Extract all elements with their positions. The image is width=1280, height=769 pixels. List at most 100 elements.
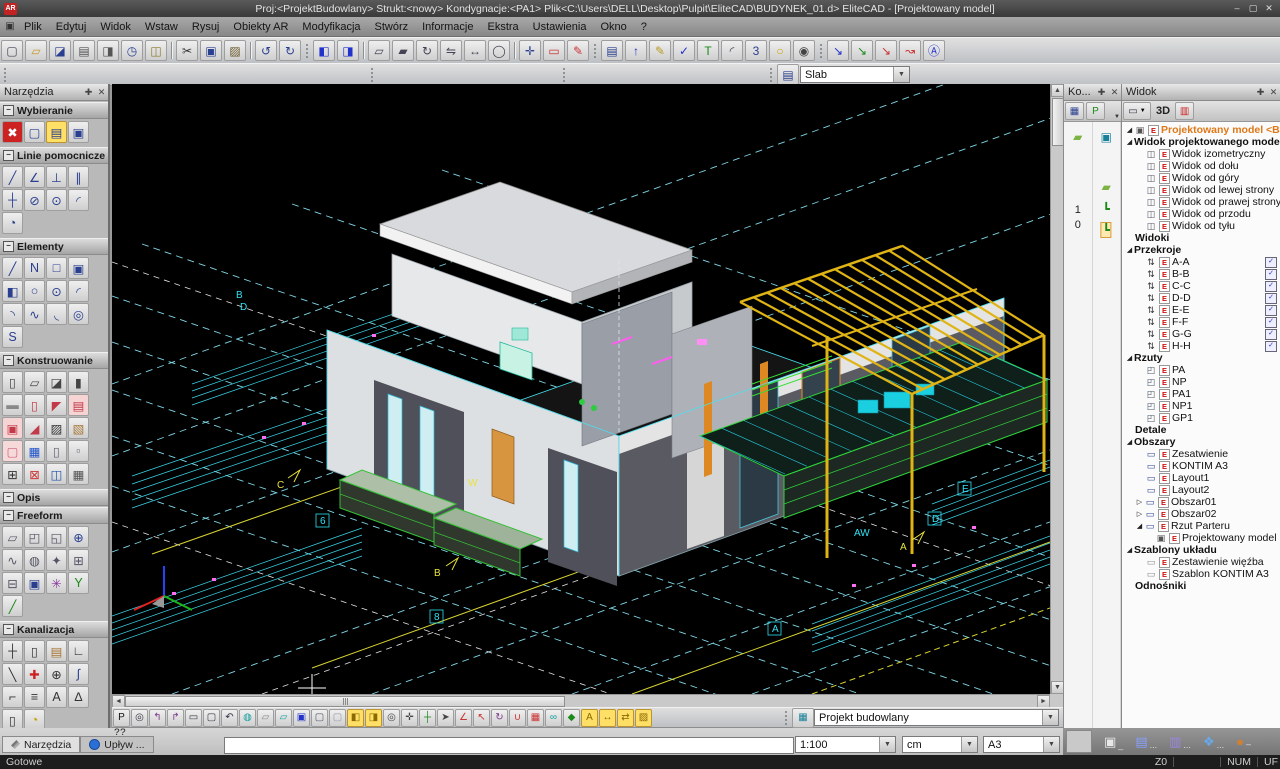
mirror-object-icon[interactable]: ⇋	[440, 40, 462, 61]
overflow-chevron-icon[interactable]: ▼	[1114, 114, 1120, 120]
freeform-blob-icon[interactable]: ◍	[24, 549, 45, 571]
tree-item[interactable]: ▭ELayout1	[1122, 472, 1280, 484]
text-tool-icon[interactable]: A	[581, 709, 598, 727]
to-3d-icon[interactable]: 3	[745, 40, 767, 61]
storey-param-icon[interactable]: P	[1086, 102, 1105, 120]
section-visible-icon[interactable]: ✓	[1265, 257, 1277, 268]
window-tool-icon[interactable]: ▤	[68, 394, 89, 416]
wire-view-icon[interactable]: ▢	[311, 709, 328, 727]
sum-label-icon[interactable]: ⊠	[24, 463, 45, 485]
menu-informacje[interactable]: Informacje	[415, 21, 480, 33]
tree-item[interactable]: ◢▣EProjektowany model <BUD	[1122, 124, 1280, 136]
layers-tray-icon[interactable]: ▤...	[1135, 734, 1157, 750]
storey-slab-icon[interactable]: ▰	[1102, 180, 1111, 194]
pipe-cross-icon[interactable]: ✚	[24, 663, 45, 685]
export-point-icon[interactable]: ↘	[875, 40, 897, 61]
section-visible-icon[interactable]: ✓	[1265, 305, 1277, 316]
walkthrough-icon[interactable]: ✛	[401, 709, 418, 727]
freeform-rotate-icon[interactable]: ⊕	[68, 526, 89, 548]
close-icon[interactable]: ✕	[1267, 87, 1280, 98]
collapse-icon[interactable]: −	[3, 150, 14, 161]
stretch-object-icon[interactable]: ↔	[464, 40, 486, 61]
menu-modyfikacja[interactable]: Modyfikacja	[295, 21, 367, 33]
project-table-icon[interactable]: ▦	[792, 708, 814, 728]
helpline-perpendicular-icon[interactable]: ⊥	[46, 166, 67, 188]
project-combo-dropdown-icon[interactable]: ▼	[1042, 710, 1058, 725]
scale-combo[interactable]: 1:100 ▼	[795, 736, 896, 753]
arc-3pt-icon[interactable]: ◝	[2, 303, 23, 325]
tree-item[interactable]: ▭EZesatwienie	[1122, 448, 1280, 460]
freeform-box-icon[interactable]: ◰	[24, 526, 45, 548]
room-tool-icon[interactable]: ▢	[2, 440, 23, 462]
section-header-kanalizacja[interactable]: −Kanalizacja	[0, 621, 108, 638]
section-header-linie-pomocnicze[interactable]: −Linie pomocnicze	[0, 147, 108, 164]
paper-combo[interactable]: A3 ▼	[983, 736, 1060, 753]
tree-item[interactable]: ▭EZestawienie więźba	[1122, 556, 1280, 568]
toolbar-grip[interactable]	[819, 43, 823, 59]
dimension-tool-icon[interactable]: ⇄	[617, 709, 634, 727]
menu-stw-rz[interactable]: Stwórz	[368, 21, 416, 33]
camera-a-icon[interactable]: ◧	[347, 709, 364, 727]
tree-item[interactable]: ◫EWidok od góry	[1122, 172, 1280, 184]
toolbar-grip[interactable]	[305, 43, 309, 59]
target-icon[interactable]: ◎	[383, 709, 400, 727]
vertical-scrollbar[interactable]: ▲ ▼	[1050, 84, 1063, 694]
tree-item[interactable]: ▭EKONTIM A3	[1122, 460, 1280, 472]
menu-wstaw[interactable]: Wstaw	[138, 21, 185, 33]
redo-icon[interactable]: ↻	[279, 40, 301, 61]
tree-item[interactable]: ◫EWidok od prawej strony	[1122, 196, 1280, 208]
orbit-view-icon[interactable]: ↱	[167, 709, 184, 727]
tree-item[interactable]: ◫EWidok izometryczny	[1122, 148, 1280, 160]
tree-item[interactable]: Odnośniki	[1122, 580, 1280, 592]
expander-expanded-icon[interactable]: ◢	[1125, 126, 1134, 134]
tray-resize-handle[interactable]	[1066, 730, 1092, 753]
tab-tools[interactable]: Narzędzia	[2, 736, 80, 753]
model-tray-icon[interactable]: ▣_	[1104, 734, 1123, 750]
curve-icon[interactable]: ∿	[24, 303, 45, 325]
helpcircle-center-icon[interactable]: ⊙	[46, 189, 67, 211]
storey-level-icon[interactable]: ┗	[1103, 202, 1110, 216]
tree-item[interactable]: ◫EWidok od lewej strony	[1122, 184, 1280, 196]
column-tool-icon[interactable]: ▮	[68, 371, 89, 393]
section-header-konstruowanie[interactable]: −Konstruowanie	[0, 352, 108, 369]
model-box-icon[interactable]: ▣	[1101, 130, 1112, 144]
tree-item[interactable]: ◰ENP1	[1122, 400, 1280, 412]
tree-item[interactable]: ⇅EG-G✓	[1122, 328, 1280, 340]
section-visible-icon[interactable]: ✓	[1265, 281, 1277, 292]
horizontal-scroll-thumb[interactable]	[125, 696, 565, 707]
door-leaf-icon[interactable]: ▯	[46, 440, 67, 462]
toolbar-grip[interactable]	[3, 67, 7, 83]
area-label-icon[interactable]: ⊞	[2, 463, 23, 485]
grid-tool-icon[interactable]: ▦	[24, 440, 45, 462]
menu-plik[interactable]: Plik	[17, 21, 49, 33]
storey-grid-icon[interactable]: ▦	[1065, 102, 1084, 120]
tree-item[interactable]: ◫EWidok od dołu	[1122, 160, 1280, 172]
freeform-subtract-icon[interactable]: ⊟	[2, 572, 23, 594]
pipe-vertical-icon[interactable]: ▯	[24, 640, 45, 662]
ghost-view-icon[interactable]: ▢	[329, 709, 346, 727]
unit-combo[interactable]: cm ▼	[902, 736, 978, 753]
tree-item[interactable]: ⇅EE-E✓	[1122, 304, 1280, 316]
solid-view-icon[interactable]: ▣	[293, 709, 310, 727]
unit-combo-dropdown-icon[interactable]: ▼	[961, 737, 977, 752]
tree-item[interactable]: ◰EGP1	[1122, 412, 1280, 424]
sync-tray-icon[interactable]: ❖...	[1203, 734, 1224, 750]
tree-item[interactable]: ▭ESzablon KONTIM A3	[1122, 568, 1280, 580]
wood-stairs-icon[interactable]: ▧	[68, 417, 89, 439]
tree-item[interactable]: ⇅EB-B✓	[1122, 268, 1280, 280]
wall-tool-icon[interactable]: ▯	[2, 371, 23, 393]
freeform-add-icon[interactable]: ⊞	[68, 549, 89, 571]
library-tray-icon[interactable]: ▥...	[1169, 734, 1191, 750]
save-view-icon[interactable]: ▥	[1175, 102, 1194, 120]
freeform-flower-icon[interactable]: ✳	[46, 572, 67, 594]
section-visible-icon[interactable]: ✓	[1265, 293, 1277, 304]
save-version-icon[interactable]: ◷	[121, 40, 143, 61]
beam-tool-icon[interactable]: ▬	[2, 394, 23, 416]
collapse-icon[interactable]: −	[3, 241, 14, 252]
menu-widok[interactable]: Widok	[93, 21, 138, 33]
stairs-icon[interactable]: ▨	[46, 417, 67, 439]
pipe-lines-icon[interactable]: ≡	[24, 686, 45, 708]
section-header-freeform[interactable]: −Freeform	[0, 507, 108, 524]
pipe-point-icon[interactable]: ┼	[2, 640, 23, 662]
zoom-previous-icon[interactable]: ↶	[221, 709, 238, 727]
